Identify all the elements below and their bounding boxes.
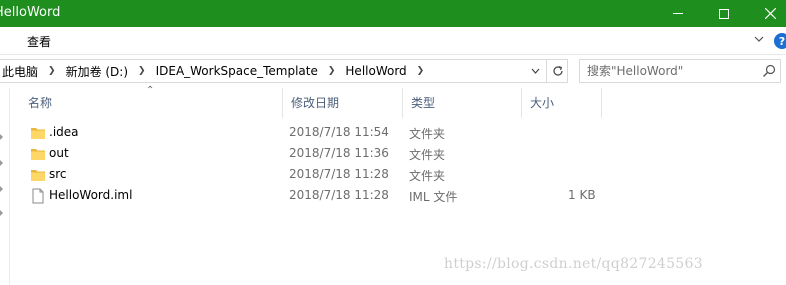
help-button[interactable]: ? — [774, 33, 786, 49]
column-header-row: ⌃ 名称 修改日期 类型 大小 — [20, 85, 620, 118]
expand-arrow-icon[interactable] — [0, 133, 4, 141]
breadcrumb-separator-icon[interactable]: ❯ — [410, 66, 432, 76]
address-history-dropdown[interactable] — [525, 60, 545, 82]
expand-arrow-icon[interactable] — [0, 209, 4, 217]
file-size: 1 KB — [568, 188, 596, 202]
ribbon-expand-button[interactable] — [752, 32, 766, 46]
chevron-down-icon — [531, 68, 540, 74]
file-type: 文件夹 — [409, 169, 446, 183]
folder-icon — [31, 170, 45, 181]
breadcrumb-drive[interactable]: 新加卷 (D:) — [63, 63, 131, 80]
maximize-button[interactable] — [701, 0, 747, 27]
title-bar: HelloWord — [0, 0, 786, 27]
file-type: 文件夹 — [409, 127, 446, 141]
file-type: 文件夹 — [409, 148, 446, 162]
navigation-pane — [0, 88, 10, 285]
tab-view[interactable]: 查看 — [27, 33, 51, 50]
expand-arrow-icon[interactable] — [0, 159, 4, 167]
file-name: out — [49, 146, 69, 160]
column-header-date-modified[interactable]: 修改日期 — [283, 88, 403, 118]
file-date-modified: 2018/7/18 11:54 — [289, 125, 389, 139]
maximize-icon — [719, 8, 729, 19]
minimize-icon — [673, 13, 683, 14]
column-header-type[interactable]: 类型 — [403, 88, 522, 118]
search-input[interactable] — [587, 63, 757, 79]
file-row[interactable]: out 2018/7/18 11:36 文件夹 — [20, 143, 620, 164]
file-name: src — [49, 167, 67, 181]
file-type: IML 文件 — [409, 190, 458, 204]
breadcrumb-separator-icon[interactable]: ❯ — [131, 66, 153, 76]
breadcrumb-this-pc[interactable]: 此电脑 — [0, 63, 41, 80]
refresh-button[interactable] — [546, 60, 568, 82]
expand-arrow-icon[interactable] — [0, 185, 4, 193]
file-date-modified: 2018/7/18 11:28 — [289, 188, 389, 202]
file-icon — [32, 188, 44, 204]
folder-icon — [31, 128, 45, 139]
watermark-text: https://blog.csdn.net/qq827245563 — [444, 256, 703, 272]
refresh-icon — [552, 65, 563, 76]
file-row[interactable]: HelloWord.iml 2018/7/18 11:28 IML 文件 1 K… — [20, 185, 620, 206]
minimize-button[interactable] — [655, 0, 701, 27]
address-bar[interactable]: 此电脑 ❯ 新加卷 (D:) ❯ IDEA_WorkSpace_Template… — [0, 59, 568, 83]
column-header-name[interactable]: 名称 — [20, 88, 283, 118]
breadcrumb-separator-icon[interactable]: ❯ — [41, 66, 63, 76]
file-date-modified: 2018/7/18 11:28 — [289, 167, 389, 181]
window-title: HelloWord — [0, 5, 61, 20]
chevron-down-icon — [754, 36, 764, 42]
breadcrumb-separator-icon[interactable]: ❯ — [321, 66, 343, 76]
folder-icon — [31, 149, 45, 160]
close-icon — [764, 8, 776, 19]
file-name: HelloWord.iml — [49, 188, 133, 202]
file-row[interactable]: .idea 2018/7/18 11:54 文件夹 — [20, 122, 620, 143]
column-header-size[interactable]: 大小 — [522, 88, 602, 118]
file-date-modified: 2018/7/18 11:36 — [289, 146, 389, 160]
ribbon: 查看 ? — [0, 27, 786, 55]
breadcrumb-current-folder[interactable]: HelloWord — [342, 64, 409, 78]
search-icon[interactable] — [761, 63, 777, 79]
breadcrumb-workspace[interactable]: IDEA_WorkSpace_Template — [153, 64, 321, 78]
file-name: .idea — [49, 125, 79, 139]
close-button[interactable] — [747, 0, 786, 27]
file-row[interactable]: src 2018/7/18 11:28 文件夹 — [20, 164, 620, 185]
search-box[interactable] — [579, 59, 781, 83]
